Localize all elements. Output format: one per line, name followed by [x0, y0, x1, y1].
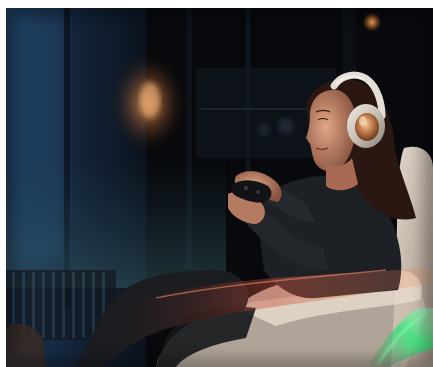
lifestyle-photo	[6, 8, 433, 367]
ear-cup-disc	[355, 113, 379, 141]
photo-frame	[6, 8, 433, 367]
